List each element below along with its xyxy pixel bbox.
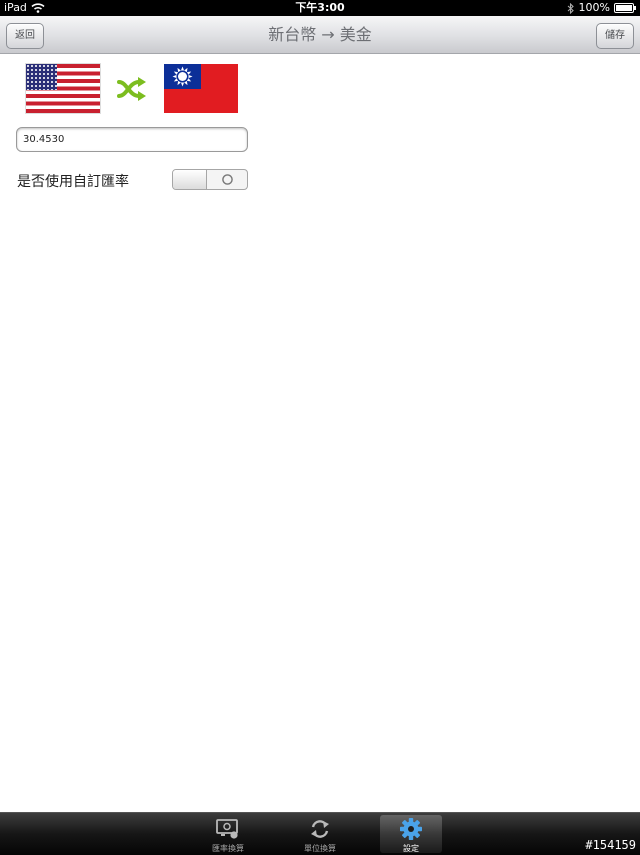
tab-settings-label: 設定	[403, 844, 419, 853]
us-flag-canton	[26, 64, 57, 90]
tab-exchange-label: 匯率換算	[212, 844, 244, 853]
save-button[interactable]: 儲存	[596, 23, 634, 49]
gear-icon	[400, 818, 422, 840]
toggle-knob[interactable]	[173, 170, 207, 189]
status-right: 100%	[567, 0, 636, 16]
refresh-icon	[311, 820, 329, 838]
tab-bar: 匯率換算 單位換算 設定	[0, 812, 640, 855]
custom-rate-label: 是否使用自訂匯率	[17, 174, 129, 190]
taiwan-flag[interactable]	[164, 64, 238, 113]
battery-icon	[614, 3, 636, 13]
bluetooth-icon	[567, 2, 574, 14]
exchange-icon	[216, 819, 238, 839]
tab-settings[interactable]: 設定	[380, 815, 442, 853]
swap-icon[interactable]	[117, 76, 147, 102]
navigation-bar: 新台幣 → 美金 返回 儲存	[0, 16, 640, 54]
us-flag[interactable]	[26, 64, 100, 113]
battery-percent: 100%	[578, 1, 610, 14]
sun-emblem-icon	[172, 66, 193, 87]
back-button[interactable]: 返回	[6, 23, 44, 49]
tab-exchange[interactable]: 匯率換算	[197, 815, 259, 853]
toggle-off-icon	[222, 174, 233, 185]
status-time: 下午3:00	[295, 1, 345, 14]
custom-rate-toggle[interactable]	[172, 169, 248, 190]
page-title: 新台幣 → 美金	[268, 25, 372, 44]
rate-input[interactable]	[16, 127, 248, 152]
tab-unit-label: 單位換算	[304, 844, 336, 853]
watermark-text: #154159	[585, 838, 636, 852]
status-bar: iPad 下午3:00 100%	[0, 0, 640, 16]
tab-unit[interactable]: 單位換算	[289, 815, 351, 853]
